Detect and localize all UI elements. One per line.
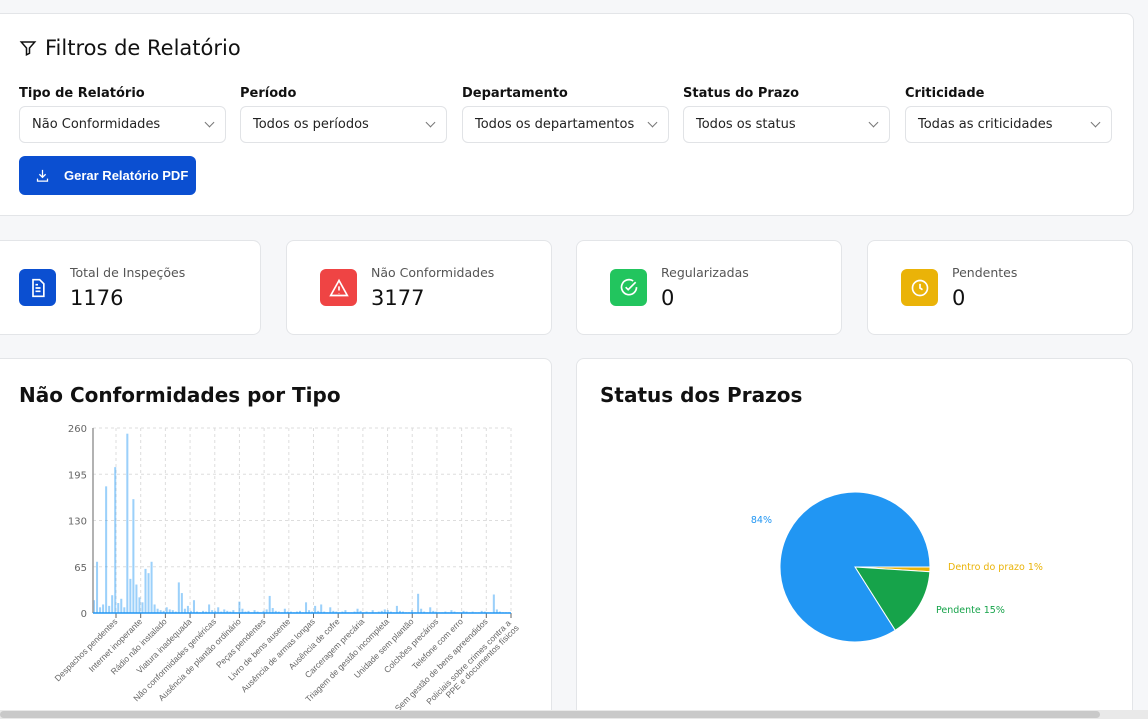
- bar: [320, 604, 323, 613]
- filter-criticidade: Criticidade Todas as criticidades: [905, 86, 1112, 143]
- chevron-down-icon: [425, 117, 436, 128]
- chevron-down-icon: [868, 117, 879, 128]
- bar: [99, 607, 102, 613]
- chevron-down-icon: [647, 117, 658, 128]
- pie-chart-title: Status dos Prazos: [600, 383, 803, 407]
- bar: [186, 605, 189, 613]
- departamento-select[interactable]: Todos os departamentos: [462, 106, 669, 143]
- bar: [429, 607, 432, 613]
- status-select[interactable]: Todos os status: [683, 106, 890, 143]
- stat-label: Pendentes: [952, 265, 1018, 280]
- bar: [138, 597, 141, 613]
- tipo-select[interactable]: Não Conformidades: [19, 106, 226, 143]
- bar-chart-title: Não Conformidades por Tipo: [19, 383, 341, 407]
- scrollbar-thumb[interactable]: [0, 711, 1100, 718]
- select-value: Todos os status: [696, 117, 796, 132]
- check-circle-icon: [610, 269, 647, 306]
- pie-label: 84%: [751, 515, 772, 526]
- select-value: Todos os períodos: [253, 117, 369, 132]
- stat-value: 1176: [70, 286, 124, 310]
- download-icon: [36, 169, 49, 182]
- pie-label: Dentro do prazo 1%: [948, 562, 1043, 573]
- bar: [96, 561, 99, 613]
- generate-pdf-button[interactable]: Gerar Relatório PDF: [19, 156, 196, 195]
- bar: [217, 607, 220, 613]
- filters-card: Filtros de Relatório Tipo de Relatório Nã…: [0, 13, 1134, 216]
- filter-label: Período: [240, 86, 297, 101]
- bar: [268, 595, 271, 613]
- periodo-select[interactable]: Todos os períodos: [240, 106, 447, 143]
- bar: [135, 584, 138, 613]
- filter-label: Criticidade: [905, 86, 985, 101]
- bar: [150, 561, 153, 613]
- bar: [329, 607, 332, 613]
- filters-title: Filtros de Relatório: [19, 36, 241, 60]
- filters-title-text: Filtros de Relatório: [45, 36, 241, 60]
- stat-label: Total de Inspeções: [70, 265, 186, 280]
- bar: [129, 578, 132, 613]
- bar: [492, 594, 495, 613]
- bar: [305, 602, 308, 613]
- bar: [117, 603, 120, 613]
- stat-label: Não Conformidades: [371, 265, 495, 280]
- select-value: Todos os departamentos: [475, 117, 635, 132]
- filter-icon: [19, 41, 37, 56]
- warning-icon: [320, 269, 357, 306]
- bar: [417, 593, 420, 613]
- bar: [153, 604, 156, 613]
- y-tick-label: 130: [68, 517, 87, 528]
- stat-card-regularizadas: Regularizadas 0: [576, 240, 842, 335]
- y-tick-label: 260: [68, 424, 87, 435]
- bar: [111, 595, 114, 613]
- y-tick-label: 0: [81, 609, 87, 620]
- stat-value: 0: [661, 286, 675, 310]
- pie-label: Pendente 15%: [936, 605, 1005, 616]
- bar: [165, 607, 168, 613]
- select-value: Todas as criticidades: [918, 117, 1053, 132]
- bar: [114, 467, 117, 613]
- document-icon: [19, 269, 56, 306]
- stat-label: Regularizadas: [661, 265, 749, 280]
- bar-chart: 065130195260Despachos pendentesInternet …: [53, 424, 521, 713]
- bar: [126, 433, 129, 613]
- stat-card-total: Total de Inspeções 1176: [0, 240, 261, 335]
- criticidade-select[interactable]: Todas as criticidades: [905, 106, 1112, 143]
- y-tick-label: 65: [74, 563, 87, 574]
- bar: [208, 604, 211, 613]
- bar: [132, 499, 135, 613]
- bar: [314, 605, 317, 613]
- bar: [123, 607, 126, 613]
- select-value: Não Conformidades: [32, 117, 161, 132]
- filter-label: Departamento: [462, 86, 568, 101]
- filter-label: Tipo de Relatório: [19, 86, 145, 101]
- stat-value: 0: [952, 286, 966, 310]
- filter-label: Status do Prazo: [683, 86, 800, 101]
- stat-card-nao-conformidades: Não Conformidades 3177: [286, 240, 552, 335]
- bar: [105, 486, 108, 613]
- filter-periodo: Período Todos os períodos: [240, 86, 447, 143]
- stat-value: 3177: [371, 286, 425, 310]
- chevron-down-icon: [1090, 117, 1101, 128]
- bar: [102, 604, 105, 613]
- bar: [144, 568, 147, 613]
- bar: [120, 598, 123, 613]
- pdf-button-label: Gerar Relatório PDF: [64, 168, 189, 183]
- pie-chart: 84% Pendente 15% Dentro do prazo 1%: [751, 491, 1043, 643]
- chevron-down-icon: [204, 117, 215, 128]
- filter-departamento: Departamento Todos os departamentos: [462, 86, 669, 143]
- stat-card-pendentes: Pendentes 0: [867, 240, 1133, 335]
- bar: [192, 600, 195, 613]
- bar: [238, 601, 241, 613]
- bar: [395, 605, 398, 613]
- y-tick-label: 195: [68, 470, 87, 481]
- bar: [147, 573, 150, 613]
- clock-icon: [901, 269, 938, 306]
- filter-status: Status do Prazo Todos os status: [683, 86, 890, 143]
- bar: [177, 582, 180, 613]
- filter-tipo: Tipo de Relatório Não Conformidades: [19, 86, 226, 143]
- bar: [108, 605, 111, 613]
- bar: [141, 602, 144, 613]
- bar: [180, 593, 183, 613]
